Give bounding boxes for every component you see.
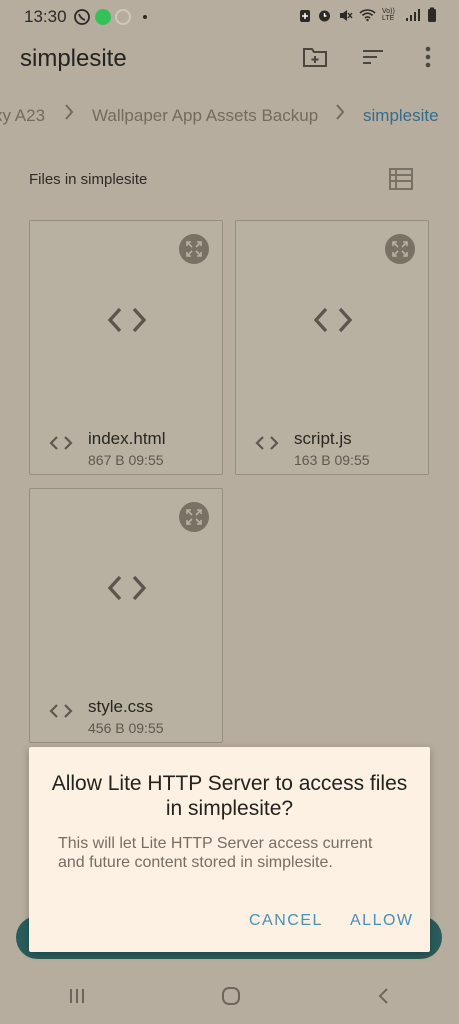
battery-icon [428,7,436,22]
page-title: simplesite [20,45,127,72]
signal-icon [406,9,420,21]
file-meta: 867 B 09:55 [88,452,164,468]
file-name: style.css [88,697,154,716]
notification-dot-icon [143,15,147,19]
file-card[interactable]: style.css 456 B 09:55 [29,488,223,743]
status-time: 13:30 [24,7,67,26]
code-icon [313,307,353,333]
file-name: index.html [88,429,166,448]
ring-icon [115,9,131,25]
dialog-title: Allow Lite HTTP Server to access files i… [51,772,408,820]
breadcrumb: xy A23 Wallpaper App Assets Backup simpl… [0,94,459,136]
home-icon[interactable] [220,985,242,1007]
cancel-button[interactable]: CANCEL [249,912,323,930]
code-icon [107,307,147,333]
code-icon [107,575,147,601]
whatsapp-icon [74,9,90,25]
allow-button[interactable]: ALLOW [350,912,414,930]
section-title: Files in simplesite [29,171,148,188]
file-meta: 163 B 09:55 [294,452,370,468]
alarm-icon [319,10,330,21]
chevron-right-icon [336,104,345,120]
chevron-right-icon [65,104,74,120]
back-icon[interactable] [376,985,392,1007]
wifi-icon [359,9,376,22]
status-bar: 13:30 Vo)) LTE [0,0,459,34]
breadcrumb-item-device[interactable]: xy A23 [0,106,45,126]
fullscreen-icon[interactable] [179,234,209,264]
file-card[interactable]: script.js 163 B 09:55 [235,220,429,475]
status-system-icons: Vo)) LTE [299,7,437,23]
file-name: script.js [294,429,352,448]
breadcrumb-item-current[interactable]: simplesite [363,106,439,126]
code-icon [49,704,73,718]
breadcrumb-item-folder[interactable]: Wallpaper App Assets Backup [92,106,318,126]
recents-icon[interactable] [67,986,87,1006]
code-icon [49,436,73,450]
code-icon [255,436,279,450]
volte-label: Vo)) LTE [382,8,395,22]
list-view-icon[interactable] [388,167,414,191]
new-folder-icon[interactable] [300,42,330,72]
file-meta: 456 B 09:55 [88,720,164,736]
sort-icon[interactable] [358,42,388,72]
status-notification-icons [73,8,147,26]
permission-dialog: Allow Lite HTTP Server to access files i… [29,747,430,952]
more-vert-icon[interactable] [413,42,443,72]
navigation-bar [0,968,459,1024]
battery-saver-icon [300,9,310,22]
app-bar: simplesite [0,34,459,84]
fullscreen-icon[interactable] [385,234,415,264]
dialog-body: This will let Lite HTTP Server access cu… [58,835,373,871]
green-dot-icon [95,9,111,25]
mute-icon [340,9,353,21]
fullscreen-icon[interactable] [179,502,209,532]
file-card[interactable]: index.html 867 B 09:55 [29,220,223,475]
